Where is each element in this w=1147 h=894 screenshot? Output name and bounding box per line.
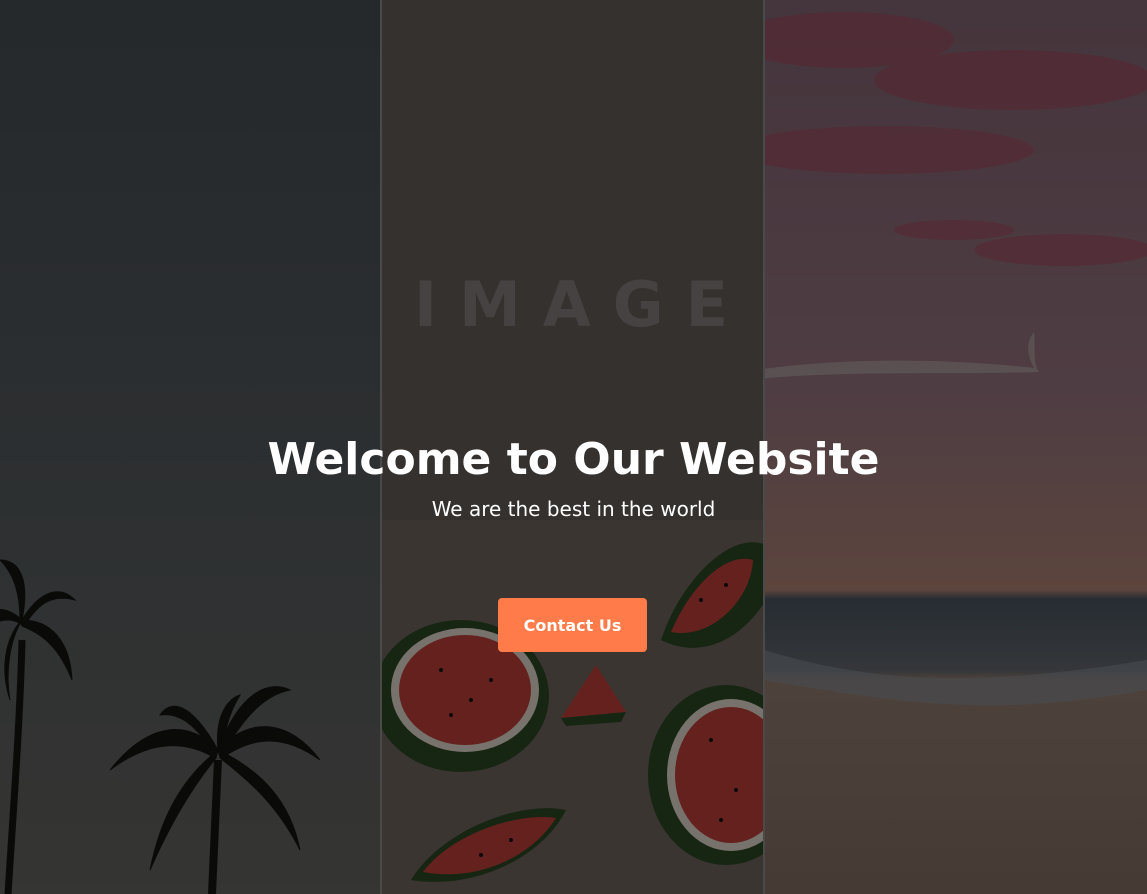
contact-us-button[interactable]: Contact Us xyxy=(498,598,647,652)
image-watermark: IMAGE xyxy=(414,268,750,341)
hero-section: IMAGE Welcome to Our Website We are the … xyxy=(0,0,1147,894)
hero-subtitle: We are the best in the world xyxy=(431,497,716,521)
hero-title: Welcome to Our Website xyxy=(267,434,880,485)
hero-content: Welcome to Our Website We are the best i… xyxy=(0,432,1147,522)
